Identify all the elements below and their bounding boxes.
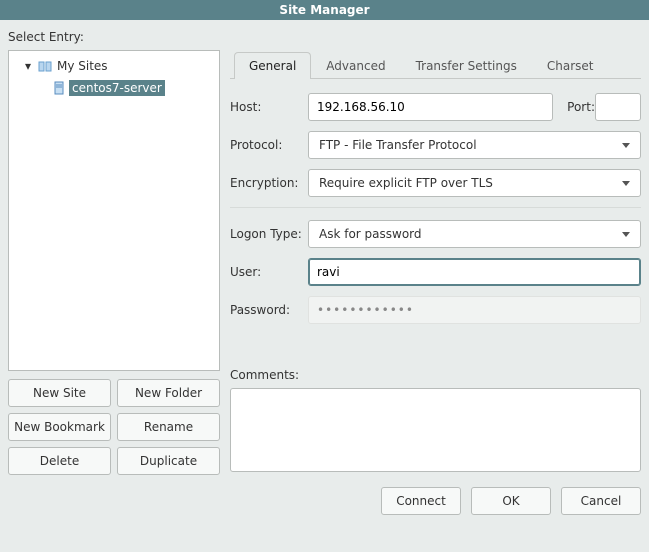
password-mask: •••••••••••• (309, 303, 414, 317)
tab-charset[interactable]: Charset (532, 52, 609, 79)
divider (230, 207, 641, 208)
host-row: Host: Port: (230, 93, 641, 121)
right-column: General Advanced Transfer Settings Chars… (230, 50, 641, 475)
comments-input[interactable] (230, 388, 641, 472)
user-row: User: (230, 258, 641, 286)
main-row: ▾ My Sites centos7-server New Site New F… (8, 50, 641, 475)
chevron-down-icon (622, 143, 630, 148)
protocol-value: FTP - File Transfer Protocol (319, 138, 477, 152)
sites-folder-icon (37, 59, 53, 73)
tree-root-label: My Sites (57, 59, 108, 73)
protocol-label: Protocol: (230, 138, 308, 152)
general-form: Host: Port: Protocol: FTP - File Transfe… (230, 79, 641, 475)
tree-root-row[interactable]: ▾ My Sites (9, 55, 219, 77)
protocol-select[interactable]: FTP - File Transfer Protocol (308, 131, 641, 159)
tab-strip: General Advanced Transfer Settings Chars… (230, 52, 641, 79)
tab-general[interactable]: General (234, 52, 311, 79)
new-site-button[interactable]: New Site (8, 379, 111, 407)
encryption-select[interactable]: Require explicit FTP over TLS (308, 169, 641, 197)
user-label: User: (230, 265, 308, 279)
ok-button[interactable]: OK (471, 487, 551, 515)
select-entry-label: Select Entry: (8, 30, 641, 44)
password-label: Password: (230, 303, 308, 317)
protocol-row: Protocol: FTP - File Transfer Protocol (230, 131, 641, 159)
password-row: Password: •••••••••••• (230, 296, 641, 324)
tree-entry-label: centos7-server (69, 80, 165, 96)
server-icon (53, 81, 65, 95)
logon-type-label: Logon Type: (230, 227, 308, 241)
encryption-row: Encryption: Require explicit FTP over TL… (230, 169, 641, 197)
delete-button[interactable]: Delete (8, 447, 111, 475)
chevron-down-icon (622, 181, 630, 186)
rename-button[interactable]: Rename (117, 413, 220, 441)
left-button-grid: New Site New Folder New Bookmark Rename … (8, 379, 220, 475)
logon-row: Logon Type: Ask for password (230, 220, 641, 248)
tab-transfer-settings[interactable]: Transfer Settings (401, 52, 532, 79)
password-input: •••••••••••• (308, 296, 641, 324)
connect-button[interactable]: Connect (381, 487, 461, 515)
port-label: Port: (563, 100, 595, 114)
duplicate-button[interactable]: Duplicate (117, 447, 220, 475)
site-tree[interactable]: ▾ My Sites centos7-server (8, 50, 220, 371)
chevron-down-icon (622, 232, 630, 237)
comments-label: Comments: (230, 368, 641, 382)
new-folder-button[interactable]: New Folder (117, 379, 220, 407)
left-column: ▾ My Sites centos7-server New Site New F… (8, 50, 220, 475)
tree-entry-row[interactable]: centos7-server (9, 77, 219, 99)
new-bookmark-button[interactable]: New Bookmark (8, 413, 111, 441)
logon-type-value: Ask for password (319, 227, 422, 241)
dialog-content: Select Entry: ▾ My Sites centos7-server (0, 20, 649, 523)
host-label: Host: (230, 100, 308, 114)
host-input[interactable] (308, 93, 553, 121)
port-input[interactable] (595, 93, 641, 121)
window-title: Site Manager (0, 0, 649, 20)
encryption-value: Require explicit FTP over TLS (319, 176, 493, 190)
dialog-buttons: Connect OK Cancel (8, 487, 641, 515)
logon-type-select[interactable]: Ask for password (308, 220, 641, 248)
cancel-button[interactable]: Cancel (561, 487, 641, 515)
tab-advanced[interactable]: Advanced (311, 52, 400, 79)
user-input[interactable] (308, 258, 641, 286)
tree-expander-icon[interactable]: ▾ (23, 59, 33, 73)
encryption-label: Encryption: (230, 176, 308, 190)
